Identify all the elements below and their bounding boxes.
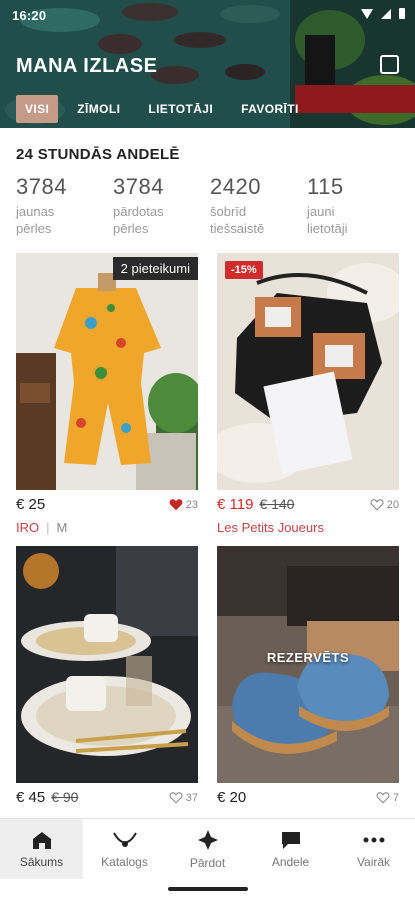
- stat-label-line: tiešsaistē: [210, 221, 265, 236]
- stat-value: 2420: [210, 174, 261, 199]
- nav-label: Sākums: [19, 854, 64, 869]
- wifi-icon: [361, 8, 373, 19]
- stat-label-line: pārdotas: [113, 204, 164, 219]
- stat-value: 3784: [113, 174, 164, 199]
- like-count: 7: [392, 791, 399, 804]
- status-time: 16:20: [12, 8, 47, 23]
- product-price: € 119: [217, 496, 254, 513]
- product-meta: Les Petits Joueurs: [217, 520, 399, 535]
- product-price: € 25: [16, 496, 46, 513]
- home-icon: [32, 831, 51, 849]
- bag-photo: [217, 253, 399, 490]
- stat-label-line: šobrīd: [210, 204, 247, 219]
- heart-outline-icon: [376, 792, 390, 804]
- meta-divider: |: [46, 520, 50, 535]
- price-row: € 20 7: [217, 789, 399, 811]
- header-banner: 16:20 MANA IZLASE VISI ZĪMOLI LIETOTĀJI …: [0, 0, 415, 128]
- signal-icon: [381, 8, 391, 19]
- home-indicator[interactable]: [168, 887, 248, 891]
- product-card[interactable]: € 45 € 90 37: [16, 546, 198, 811]
- nav-label: Pārdot: [189, 855, 226, 870]
- tab-favorites[interactable]: FAVORĪTI: [232, 95, 308, 123]
- jumpsuit-photo: [16, 253, 198, 490]
- necklace-icon: [112, 831, 137, 847]
- page-title: MANA IZLASE: [16, 55, 158, 77]
- nav-label: Katalogs: [101, 854, 148, 869]
- stats-row: 3784 jaunas pērles 3784 pārdotas pērles …: [16, 174, 406, 237]
- filter-tabs: VISI ZĪMOLI LIETOTĀJI FAVORĪTI: [16, 95, 318, 123]
- tab-brands[interactable]: ZĪMOLI: [68, 95, 129, 123]
- nav-home[interactable]: Sākums: [0, 819, 83, 879]
- product-image-bag[interactable]: -15%: [217, 253, 399, 490]
- sell-icon: [197, 829, 218, 850]
- heart-outline-icon: [169, 792, 183, 804]
- product-old-price: € 140: [259, 496, 295, 512]
- product-brand[interactable]: IRO: [16, 520, 39, 535]
- stat-label-line: pērles: [113, 221, 149, 236]
- heart-outline-icon: [370, 499, 384, 511]
- battery-icon: [399, 8, 405, 19]
- product-price: € 20: [217, 789, 247, 806]
- stat-label-line: pērles: [16, 221, 52, 236]
- nav-sell[interactable]: Pārdot: [166, 819, 249, 879]
- product-meta: IRO | M: [16, 520, 198, 535]
- status-bar: 16:20: [0, 0, 415, 30]
- nav-catalog[interactable]: Katalogs: [83, 819, 166, 879]
- product-image-shoes[interactable]: REZERVĒTS: [217, 546, 399, 783]
- reserved-badge: REZERVĒTS: [266, 650, 350, 665]
- stat-online-now: 2420 šobrīd tiešsaistē: [210, 174, 307, 237]
- tab-all[interactable]: VISI: [16, 95, 59, 123]
- stat-sold-items: 3784 pārdotas pērles: [113, 174, 210, 237]
- product-size: M: [56, 520, 68, 535]
- stat-new-users: 115 jauni lietotāji: [307, 174, 404, 237]
- product-card[interactable]: 2 pieteikumi € 25 23 IRO | M: [16, 253, 198, 535]
- like-button[interactable]: 37: [169, 791, 198, 804]
- nav-label: Andele: [271, 854, 310, 869]
- price-row: € 119 € 140 20: [217, 496, 399, 518]
- price-row: € 25 23: [16, 496, 198, 518]
- like-button[interactable]: 20: [370, 498, 399, 511]
- stat-value: 3784: [16, 174, 67, 199]
- price-row: € 45 € 90 37: [16, 789, 198, 811]
- stat-new-items: 3784 jaunas pērles: [16, 174, 113, 237]
- discount-badge: -15%: [225, 261, 263, 279]
- like-count: 23: [185, 498, 198, 511]
- stat-label-line: jaunas: [16, 204, 55, 219]
- nav-more[interactable]: Vairāk: [332, 819, 415, 879]
- product-old-price: € 90: [51, 789, 79, 805]
- offers-badge: 2 pieteikumi: [112, 257, 198, 280]
- like-button[interactable]: 7: [376, 791, 399, 804]
- tab-users[interactable]: LIETOTĀJI: [139, 95, 222, 123]
- more-icon: [363, 837, 384, 842]
- product-image-tableware[interactable]: [16, 546, 198, 783]
- nav-label: Vairāk: [356, 854, 391, 869]
- stat-label: šobrīd tiešsaistē: [210, 203, 307, 237]
- nav-andele[interactable]: Andele: [249, 819, 332, 879]
- like-count: 20: [386, 498, 399, 511]
- product-price: € 45: [16, 789, 46, 806]
- chat-icon: [281, 831, 300, 849]
- tableware-photo: [16, 546, 198, 783]
- stat-label-line: lietotāji: [307, 221, 348, 236]
- product-card[interactable]: REZERVĒTS € 20 7: [217, 546, 399, 811]
- like-count: 37: [185, 791, 198, 804]
- stat-label: pārdotas pērles: [113, 203, 210, 237]
- product-card[interactable]: -15% € 119 € 140 20 Les Petits Joueurs: [217, 253, 399, 535]
- product-brand[interactable]: Les Petits Joueurs: [217, 520, 324, 535]
- product-image-jumpsuit[interactable]: 2 pieteikumi: [16, 253, 198, 490]
- heart-filled-icon: [169, 499, 183, 511]
- stats-title: 24 STUNDĀS ANDELĒ: [16, 146, 180, 163]
- square-icon[interactable]: [380, 55, 399, 74]
- stat-label: jauni lietotāji: [307, 203, 404, 237]
- stat-value: 115: [307, 174, 344, 199]
- stat-label-line: jauni: [307, 204, 335, 219]
- like-button[interactable]: 23: [169, 498, 198, 511]
- stat-label: jaunas pērles: [16, 203, 113, 237]
